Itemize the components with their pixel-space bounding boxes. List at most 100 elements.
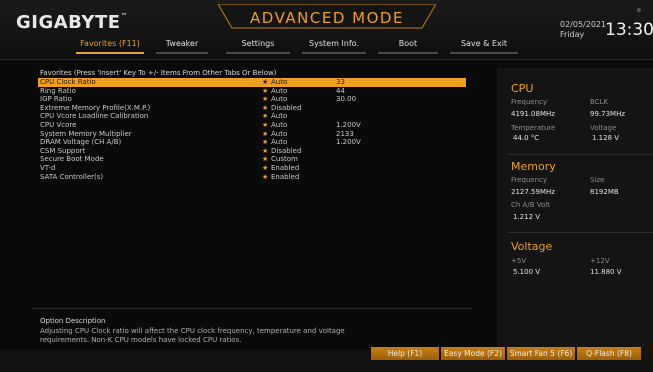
- setting-cpu-vcore[interactable]: CPU Vcore ★ Auto 1.200V: [38, 121, 466, 130]
- option-description: Option Description Adjusting CPU Clock r…: [32, 308, 472, 350]
- setting-value: Auto: [271, 129, 288, 138]
- memory-frequency-label: Frequency: [511, 176, 548, 184]
- easy-mode-button[interactable]: Easy Mode (F2): [441, 347, 505, 360]
- setting-label: DRAM Voltage (CH A/B): [40, 138, 122, 147]
- setting-dram-voltage[interactable]: DRAM Voltage (CH A/B) ★ Auto 1.200V: [38, 138, 466, 147]
- setting-vt-d[interactable]: VT-d ★ Enabled: [38, 164, 466, 173]
- setting-value: Enabled: [271, 172, 300, 181]
- star-icon: ★: [262, 112, 269, 121]
- tab-settings[interactable]: Settings: [220, 38, 296, 56]
- setting-value: Auto: [271, 95, 288, 104]
- star-icon: ★: [262, 78, 269, 86]
- setting-label: Extreme Memory Profile(X.M.P.): [40, 103, 151, 112]
- setting-memory-multiplier[interactable]: System Memory Multiplier ★ Auto 2133: [38, 130, 466, 139]
- setting-current-value: 1.200V: [336, 121, 361, 129]
- setting-value: Auto: [271, 138, 288, 147]
- star-icon: ★: [262, 138, 269, 147]
- tab-tweaker[interactable]: Tweaker: [150, 38, 214, 56]
- setting-label: Secure Boot Mode: [40, 155, 104, 164]
- date-text: 02/05/2021: [560, 20, 607, 29]
- description-title: Option Description: [40, 317, 106, 325]
- star-icon: ★: [262, 86, 269, 95]
- setting-label: IGP Ratio: [40, 95, 72, 104]
- setting-sata-controller[interactable]: SATA Controller(s) ★ Enabled: [38, 173, 466, 182]
- brand-trademark: ™: [120, 12, 129, 20]
- star-icon: ★: [262, 129, 269, 138]
- setting-igp-ratio[interactable]: IGP Ratio ★ Auto 30.00: [38, 95, 466, 104]
- setting-ring-ratio[interactable]: Ring Ratio ★ Auto 44: [38, 87, 466, 96]
- setting-label: SATA Controller(s): [40, 172, 104, 181]
- setting-current-value: 1.200V: [336, 138, 361, 147]
- smart-fan-button[interactable]: Smart Fan 5 (F6): [507, 347, 575, 360]
- star-icon: ★: [262, 95, 269, 104]
- cpu-temperature-value: 44.0 °C: [513, 134, 540, 142]
- setting-secure-boot-mode[interactable]: Secure Boot Mode ★ Custom: [38, 155, 466, 164]
- tab-bar: Favorites (F11) Tweaker Settings System …: [0, 38, 560, 56]
- memory-size-value: 8192MB: [590, 188, 619, 196]
- setting-csm-support[interactable]: CSM Support ★ Disabled: [38, 147, 466, 156]
- mode-title: ADVANCED MODE: [250, 9, 404, 27]
- voltage-5v-value: 5.100 V: [513, 268, 541, 276]
- setting-cpu-clock-ratio[interactable]: CPU Clock Ratio ★ Auto 33: [38, 78, 466, 87]
- cpu-bclk-value: 99.73MHz: [590, 110, 626, 118]
- setting-label: CPU Clock Ratio: [40, 78, 96, 86]
- hardware-monitor-panel: CPU Frequency BCLK 4191.08MHz 99.73MHz T…: [497, 68, 653, 350]
- cpu-voltage-value: 1.128 V: [592, 134, 620, 142]
- tab-boot[interactable]: Boot: [372, 38, 444, 56]
- setting-value: Disabled: [271, 103, 302, 112]
- setting-value: Auto: [271, 86, 288, 95]
- brand-name: GIGABYTE: [16, 12, 121, 33]
- qflash-button[interactable]: Q-Flash (F8): [577, 347, 641, 360]
- tab-save-exit[interactable]: Save & Exit: [444, 38, 524, 56]
- memory-frequency-value: 2127.59MHz: [511, 188, 555, 196]
- separator: [507, 154, 653, 155]
- voltage-5v-label: +5V: [511, 257, 527, 265]
- mode-banner: ADVANCED MODE: [218, 4, 436, 30]
- setting-value: Disabled: [271, 146, 302, 155]
- tab-favorites[interactable]: Favorites (F11): [70, 38, 150, 56]
- star-icon: ★: [262, 103, 269, 112]
- setting-value: Auto: [271, 121, 288, 129]
- gigabyte-logo: GIGABYTE™: [16, 12, 128, 33]
- description-text: Adjusting CPU Clock ratio will affect th…: [40, 327, 345, 344]
- voltage-section-title: Voltage: [511, 240, 553, 253]
- setting-label: CSM Support: [40, 146, 86, 155]
- star-icon: ★: [262, 121, 269, 129]
- setting-label: VT-d: [40, 164, 56, 172]
- setting-label: CPU Vcore Loadline Calibration: [40, 112, 149, 121]
- setting-label: System Memory Multiplier: [40, 129, 132, 138]
- memory-volt-label: Ch A/B Volt: [511, 201, 550, 209]
- cpu-bclk-label: BCLK: [590, 98, 609, 106]
- top-header: GIGABYTE™ ADVANCED MODE 02/05/2021 Frida…: [0, 0, 653, 60]
- setting-value: Auto: [271, 78, 288, 86]
- tab-system-info[interactable]: System Info.: [296, 38, 372, 56]
- voltage-12v-value: 11.880 V: [590, 268, 622, 276]
- memory-section-title: Memory: [511, 160, 556, 173]
- star-icon: ★: [262, 155, 269, 164]
- setting-value: Custom: [271, 155, 298, 164]
- cpu-frequency-label: Frequency: [511, 98, 548, 106]
- setting-label: Ring Ratio: [40, 86, 76, 95]
- setting-vcore-llc[interactable]: CPU Vcore Loadline Calibration ★ Auto: [38, 112, 466, 121]
- time-text: 13:30: [605, 20, 653, 40]
- setting-value: Auto: [271, 112, 288, 121]
- setting-current-value: 33: [336, 78, 345, 86]
- star-icon: ★: [262, 146, 269, 155]
- star-icon: ★: [262, 172, 269, 181]
- help-button[interactable]: Help (F1): [371, 347, 439, 360]
- favorites-heading: Favorites (Press 'Insert' Key To +/- Ite…: [40, 69, 277, 77]
- status-dot-icon: [637, 8, 641, 12]
- setting-current-value: 44: [336, 86, 345, 95]
- setting-xmp[interactable]: Extreme Memory Profile(X.M.P.) ★ Disable…: [38, 104, 466, 113]
- cpu-section-title: CPU: [511, 82, 534, 95]
- separator: [507, 232, 653, 233]
- setting-value: Enabled: [271, 164, 300, 172]
- cpu-frequency-value: 4191.08MHz: [511, 110, 555, 118]
- setting-current-value: 30.00: [336, 95, 357, 104]
- voltage-12v-label: +12V: [590, 257, 610, 265]
- cpu-voltage-label: Voltage: [590, 124, 617, 132]
- cpu-temperature-label: Temperature: [511, 124, 556, 132]
- day-text: Friday: [560, 30, 585, 39]
- memory-size-label: Size: [590, 176, 605, 184]
- setting-label: CPU Vcore: [40, 121, 77, 129]
